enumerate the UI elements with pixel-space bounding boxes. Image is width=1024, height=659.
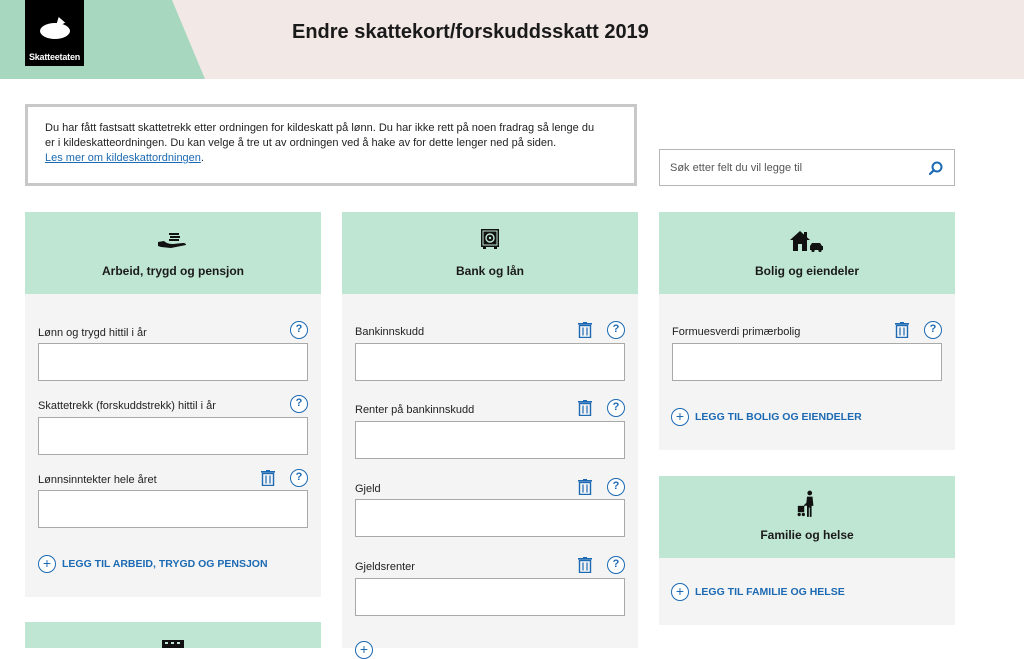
notice-link-suffix: . [200,152,204,164]
field-label-lonn-trygd: Lønn og trygd hittil i år [38,327,147,339]
renter-bankinnskudd-input[interactable] [355,421,625,459]
notice-line-1: Du har fått fastsatt skattetrekk etter o… [45,122,595,134]
add-bolig-button[interactable]: + LEGG TIL BOLIG OG EIENDELER [671,408,862,426]
field-label-gjeldsrenter: Gjeldsrenter [355,561,415,573]
search-icon[interactable] [928,160,944,176]
logo-mark-icon [40,15,70,39]
field-label-skattetrekk: Skattetrekk (forskuddstrekk) hittil i år [38,400,216,412]
plus-icon: + [671,408,689,426]
plus-icon: + [355,641,373,659]
trash-icon[interactable] [578,479,592,495]
person-stroller-icon [797,490,814,517]
safe-icon [481,229,499,249]
add-arbeid-label: LEGG TIL ARBEID, TRYGD OG PENSJON [62,558,268,570]
card-title: Bolig og eiendeler [754,264,859,278]
field-label-formuesverdi: Formuesverdi primærbolig [672,326,801,338]
card-bank-og-lan: Bank og lån Bankinnskudd ? Renter på ban… [342,212,638,659]
plus-icon: + [38,555,56,573]
lonn-trygd-input[interactable] [38,343,308,381]
gjeld-input[interactable] [355,499,625,537]
calculator-icon [162,640,184,648]
house-car-icon [790,231,823,252]
trash-icon[interactable] [261,470,275,486]
trash-icon[interactable] [578,557,592,573]
field-label-gjeld: Gjeld [355,483,381,495]
formuesverdi-input[interactable] [672,343,942,381]
help-button[interactable]: ? [607,478,625,496]
plus-icon: + [671,583,689,601]
add-familie-button[interactable]: + LEGG TIL FAMILIE OG HELSE [671,583,845,601]
help-button[interactable]: ? [607,321,625,339]
add-bolig-label: LEGG TIL BOLIG OG EIENDELER [695,411,862,423]
hand-money-icon [158,233,186,248]
card-arbeid-trygd-pensjon: Arbeid, trygd og pensjon Lønn og trygd h… [25,212,321,597]
logo-text: Skatteetaten [28,52,81,62]
card-title: Arbeid, trygd og pensjon [101,264,244,278]
bankinnskudd-input[interactable] [355,343,625,381]
card-header [25,622,321,648]
card-bolig-og-eiendeler: Bolig og eiendeler Formuesverdi primærbo… [659,212,955,450]
kildeskatt-notice: Du har fått fastsatt skattetrekk etter o… [25,104,637,186]
field-search [659,149,955,186]
field-label-renter-bankinnskudd: Renter på bankinnskudd [355,404,475,416]
page-title: Endre skattekort/forskuddsskatt 2019 [292,21,649,43]
help-button[interactable]: ? [924,321,942,339]
trash-icon[interactable] [578,400,592,416]
skattetrekk-input[interactable] [38,417,308,455]
notice-line-2: er i kildeskatteordningen. Du kan velge … [45,137,557,149]
help-button[interactable]: ? [290,469,308,487]
card-header: Arbeid, trygd og pensjon [25,212,321,294]
page-header: Skatteetaten Endre skattekort/forskuddss… [0,0,1024,79]
card-next-category [25,622,321,648]
card-header: Bolig og eiendeler [659,212,955,294]
add-arbeid-button[interactable]: + LEGG TIL ARBEID, TRYGD OG PENSJON [38,555,268,573]
skatteetaten-logo[interactable]: Skatteetaten [25,0,84,66]
add-familie-label: LEGG TIL FAMILIE OG HELSE [695,586,845,598]
help-button[interactable]: ? [607,556,625,574]
card-title: Familie og helse [760,528,854,542]
lonnsinntekter-input[interactable] [38,490,308,528]
card-familie-og-helse: Familie og helse + LEGG TIL FAMILIE OG H… [659,476,955,625]
add-bank-button[interactable]: + [355,641,373,659]
gjeldsrenter-input[interactable] [355,578,625,616]
help-button[interactable]: ? [290,395,308,413]
help-button[interactable]: ? [607,399,625,417]
card-header: Bank og lån [342,212,638,294]
field-label-bankinnskudd: Bankinnskudd [355,326,425,338]
trash-icon[interactable] [895,322,909,338]
help-button[interactable]: ? [290,321,308,339]
search-input[interactable] [660,150,920,185]
kildeskatt-info-link[interactable]: Les mer om kildeskattordningen [45,152,201,164]
trash-icon[interactable] [578,322,592,338]
card-header: Familie og helse [659,476,955,558]
field-label-lonnsinntekter: Lønnsinntekter hele året [38,474,157,486]
card-title: Bank og lån [455,264,524,278]
